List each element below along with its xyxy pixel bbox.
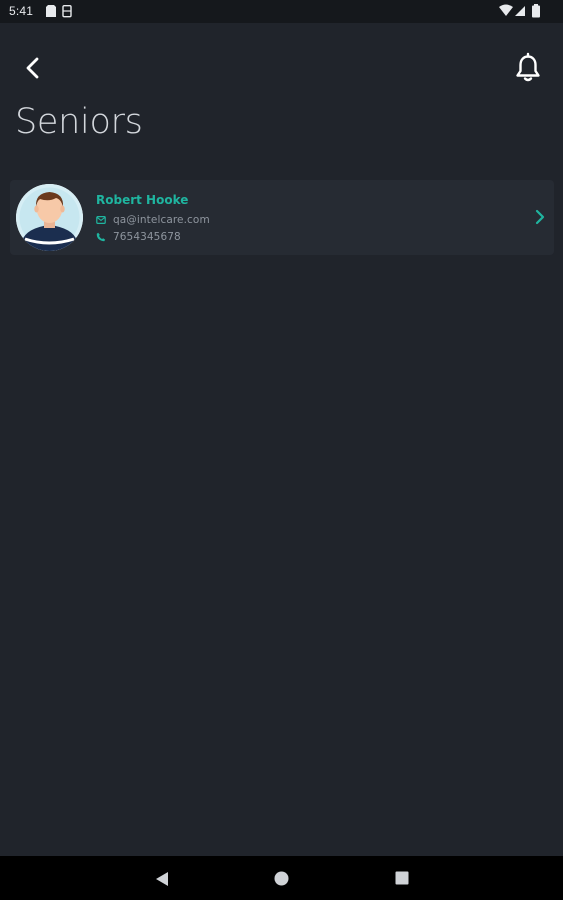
home-circle-icon[interactable] — [274, 871, 289, 886]
status-time: 5:41 — [9, 4, 34, 18]
bell-icon — [516, 52, 540, 82]
senior-email: qa@intelcare.com — [113, 214, 210, 226]
senior-card[interactable]: Robert Hooke qa@intelcare.com 7654345678 — [10, 180, 554, 255]
chevron-right-icon — [535, 209, 545, 225]
phone-row: 7654345678 — [96, 230, 181, 244]
email-row: qa@intelcare.com — [96, 213, 210, 227]
avatar — [16, 184, 83, 251]
senior-name: Robert Hooke — [96, 193, 189, 207]
back-button[interactable] — [18, 53, 48, 83]
wifi-icon — [499, 4, 513, 16]
chevron-left-icon — [26, 57, 39, 79]
page-title: Seniors — [15, 102, 143, 142]
email-icon — [96, 216, 106, 225]
nav-bar — [0, 856, 563, 900]
status-bar: 5:41 — [0, 0, 563, 23]
sim-card-icon — [46, 5, 56, 17]
senior-phone: 7654345678 — [113, 231, 181, 243]
recents-square-icon[interactable] — [395, 871, 409, 885]
person-avatar-icon — [16, 184, 83, 251]
notifications-button[interactable] — [513, 52, 543, 84]
battery-icon — [532, 4, 540, 18]
storage-icon — [62, 5, 72, 18]
back-triangle-icon[interactable] — [154, 871, 170, 887]
signal-icon — [515, 6, 525, 16]
status-icons-right — [499, 4, 540, 18]
phone-icon — [96, 232, 106, 242]
status-icons-left — [46, 5, 72, 18]
